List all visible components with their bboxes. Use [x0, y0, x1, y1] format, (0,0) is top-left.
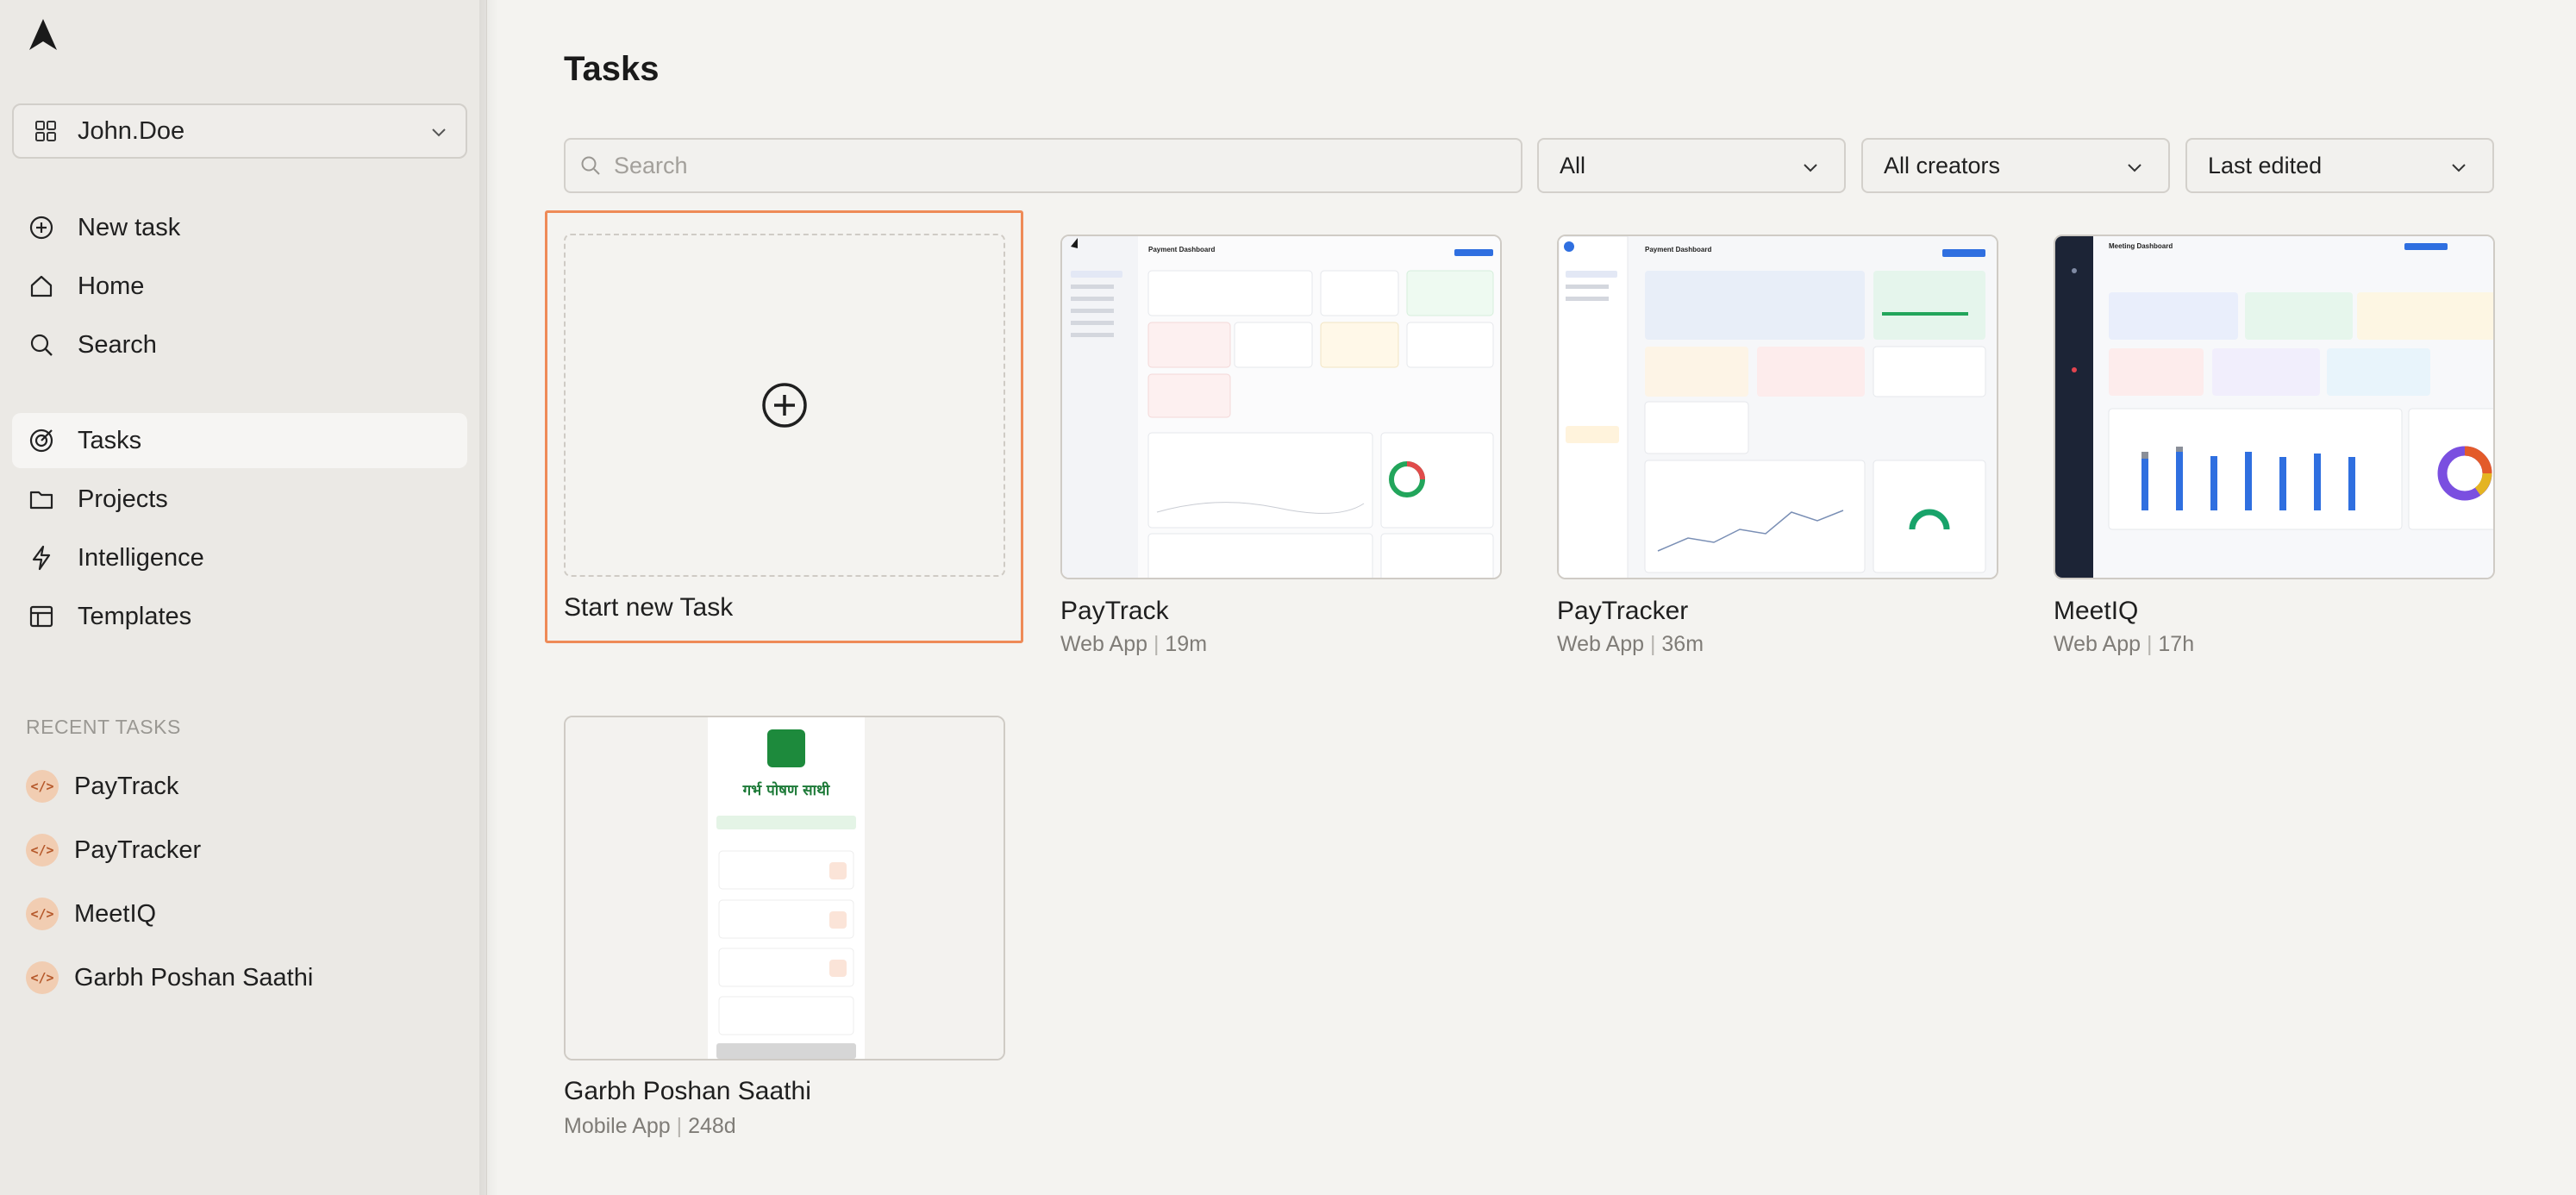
card-type: Web App: [2054, 632, 2141, 656]
home-icon: [28, 272, 55, 300]
meta-separator: |: [1147, 632, 1166, 656]
nav-intelligence[interactable]: Intelligence: [12, 530, 467, 585]
plus-circle-icon: [28, 214, 55, 241]
nav-tasks[interactable]: Tasks: [12, 413, 467, 468]
page-title: Tasks: [564, 50, 660, 88]
task-thumbnail-paytrack[interactable]: Payment Dashboard: [1060, 235, 1502, 579]
sidebar-shadow: [479, 0, 498, 1195]
new-task-dropzone[interactable]: [564, 234, 1005, 577]
type-filter-dropdown[interactable]: All: [1537, 138, 1846, 193]
recent-item-paytracker[interactable]: </> PayTracker: [12, 824, 467, 876]
nav-label: Search: [78, 330, 157, 359]
sort-value: Last edited: [2208, 152, 2323, 178]
code-icon: </>: [26, 834, 59, 867]
recent-item-label: PayTrack: [74, 772, 179, 800]
task-thumbnail-garbh-poshan-saathi[interactable]: गर्भ पोषण साथी: [564, 716, 1005, 1060]
card-meta: Web App | 19m: [1060, 632, 1207, 657]
nav-search[interactable]: Search: [12, 317, 467, 372]
bolt-icon: [28, 544, 55, 572]
card-meta: Web App | 36m: [1557, 632, 1704, 657]
app-logo-icon[interactable]: [26, 17, 60, 53]
card-age: 248d: [688, 1114, 736, 1138]
meta-separator: |: [1644, 632, 1662, 656]
grid-icon: [35, 121, 56, 141]
thumb-heading: Payment Dashboard: [1645, 246, 1711, 253]
nav-new-task[interactable]: New task: [12, 200, 467, 255]
card-title[interactable]: Garbh Poshan Saathi: [564, 1077, 811, 1106]
nav-templates[interactable]: Templates: [12, 589, 467, 644]
search-icon: [28, 331, 55, 359]
nav-projects[interactable]: Projects: [12, 472, 467, 527]
workspace-selector[interactable]: John.Doe: [12, 103, 467, 159]
thumb-heading: Meeting Dashboard: [2109, 242, 2173, 250]
meta-separator: |: [2141, 632, 2159, 656]
card-meta: Mobile App | 248d: [564, 1114, 736, 1139]
nav-home[interactable]: Home: [12, 259, 467, 314]
card-type: Mobile App: [564, 1114, 671, 1138]
recent-item-label: PayTracker: [74, 835, 202, 864]
layout-icon: [28, 603, 55, 630]
card-age: 36m: [1661, 632, 1704, 656]
card-title[interactable]: PayTrack: [1060, 597, 1169, 626]
nav-label: New task: [78, 213, 181, 241]
code-icon: </>: [26, 770, 59, 803]
nav-label: Templates: [78, 602, 192, 630]
code-icon: </>: [26, 961, 59, 994]
meta-separator: |: [670, 1114, 689, 1138]
card-age: 17h: [2158, 632, 2195, 656]
task-thumbnail-paytracker[interactable]: Payment Dashboard: [1557, 235, 1998, 579]
card-title[interactable]: MeetIQ: [2054, 597, 2138, 626]
card-type: Web App: [1060, 632, 1148, 656]
nav-label: Home: [78, 272, 145, 300]
creators-filter-dropdown[interactable]: All creators: [1861, 138, 2170, 193]
nav-label: Tasks: [78, 426, 142, 454]
nav-label: Intelligence: [78, 543, 204, 572]
search-field[interactable]: [564, 138, 1522, 193]
recent-tasks-heading: RECENT TASKS: [26, 716, 181, 738]
thumb-heading: गर्भ पोषण साथी: [742, 781, 830, 799]
sort-dropdown[interactable]: Last edited: [2185, 138, 2494, 193]
search-icon: [581, 156, 600, 175]
target-icon: [28, 427, 55, 454]
card-meta: Web App | 17h: [2054, 632, 2194, 657]
recent-item-meetiq[interactable]: </> MeetIQ: [12, 888, 467, 940]
workspace-name: John.Doe: [78, 116, 185, 145]
thumb-heading: Payment Dashboard: [1148, 246, 1215, 253]
creators-filter-value: All creators: [1884, 152, 2001, 178]
task-thumbnail-meetiq[interactable]: Meeting Dashboard: [2054, 235, 2495, 579]
card-age: 19m: [1165, 632, 1208, 656]
folder-icon: [28, 485, 55, 513]
chevron-down-icon: [1804, 164, 1817, 172]
plus-circle-icon: [762, 383, 807, 428]
search-input[interactable]: [614, 152, 1476, 179]
recent-item-paytrack[interactable]: </> PayTrack: [12, 760, 467, 812]
nav-label: Projects: [78, 485, 168, 513]
recent-item-label: MeetIQ: [74, 899, 157, 928]
card-title[interactable]: PayTracker: [1557, 597, 1688, 626]
type-filter-value: All: [1560, 152, 1586, 178]
chevron-down-icon: [2452, 164, 2466, 172]
recent-item-label: Garbh Poshan Saathi: [74, 963, 314, 992]
chevron-down-icon: [432, 128, 446, 137]
recent-item-garbh-poshan-saathi[interactable]: </> Garbh Poshan Saathi: [12, 952, 467, 1004]
code-icon: </>: [26, 898, 59, 930]
card-type: Web App: [1557, 632, 1645, 656]
chevron-down-icon: [2128, 164, 2141, 172]
sidebar: John.Doe New task Home Search Tasks Proj…: [0, 0, 487, 1195]
new-task-label: Start new Task: [564, 593, 734, 622]
